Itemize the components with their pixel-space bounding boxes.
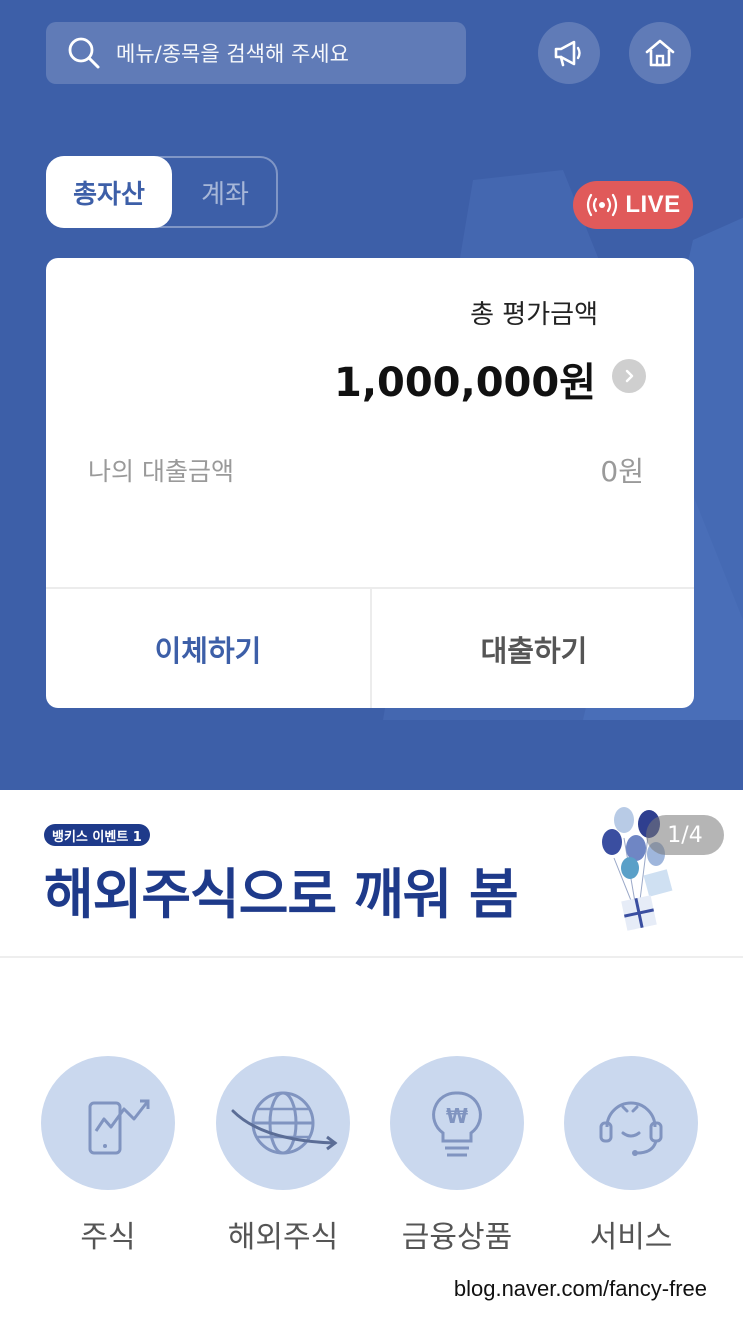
menu-label-overseas-stock: 해외주식 <box>227 1220 339 1255</box>
search-icon <box>68 37 100 69</box>
event-tag: 뱅키스 이벤트 1 <box>44 824 150 846</box>
asset-card: 총 평가금액 1,000,000원 나의 대출금액 0원 이체하기 대출하기 <box>46 258 694 708</box>
event-headline: 해외주식으로 깨워 봄 <box>44 863 519 926</box>
menu-item-stock[interactable]: 주식 <box>28 1056 188 1256</box>
overseas-icon-circle <box>216 1056 350 1190</box>
svg-text:₩: ₩ <box>446 1104 468 1128</box>
broadcast-icon <box>587 193 618 217</box>
menu-item-overseas-stock[interactable]: 해외주식 <box>203 1056 363 1256</box>
total-value-amount[interactable]: 1,000,000원 <box>334 350 596 408</box>
asset-tab-switch: 총자산 계좌 <box>46 156 278 228</box>
globe-icon <box>231 1091 338 1155</box>
menu-item-financial-products[interactable]: ₩ 금융상품 <box>377 1056 537 1256</box>
lightbulb-won-icon: ₩ <box>432 1091 482 1157</box>
event-banner[interactable]: 뱅키스 이벤트 1 해외주식으로 깨워 봄 <box>0 790 743 958</box>
search-placeholder: 메뉴/종목을 검색해 주세요 <box>116 42 349 66</box>
stock-chart-icon <box>88 1099 150 1155</box>
service-icon-circle <box>564 1056 698 1190</box>
total-value-label: 총 평가금액 <box>470 300 598 330</box>
quick-menu: 주식 해외주식 ₩ 금융상품 서비스 <box>0 1056 743 1256</box>
menu-label-stock: 주식 <box>80 1220 136 1255</box>
search-bar[interactable]: 메뉴/종목을 검색해 주세요 <box>46 22 466 84</box>
headset-icon <box>599 1101 663 1156</box>
live-label: LIVE <box>625 191 681 218</box>
top-section: 메뉴/종목을 검색해 주세요 총자산 계좌 LIVE 총 평가금액 1,000,… <box>0 0 743 790</box>
menu-label-service: 서비스 <box>589 1220 673 1255</box>
chevron-right-icon <box>625 369 634 383</box>
loan-button[interactable]: 대출하기 <box>372 589 694 708</box>
loan-amount-value: 0원 <box>600 455 644 488</box>
menu-item-service[interactable]: 서비스 <box>551 1056 711 1256</box>
loan-amount-label: 나의 대출금액 <box>88 457 234 486</box>
watermark-text: blog.naver.com/fancy-free <box>453 1276 707 1301</box>
transfer-button[interactable]: 이체하기 <box>46 589 370 708</box>
banner-pager: 1/4 <box>646 815 724 855</box>
menu-label-financial-products: 금융상품 <box>401 1220 513 1255</box>
financial-icon-circle: ₩ <box>390 1056 524 1190</box>
stock-icon-circle <box>41 1056 175 1190</box>
detail-chevron-button[interactable] <box>612 359 646 393</box>
notice-button[interactable] <box>538 22 600 84</box>
megaphone-icon <box>554 40 581 67</box>
home-icon <box>645 39 675 67</box>
tab-total-assets[interactable]: 총자산 <box>46 156 172 228</box>
tab-accounts[interactable]: 계좌 <box>172 158 278 226</box>
home-button[interactable] <box>629 22 691 84</box>
live-badge[interactable]: LIVE <box>573 181 693 229</box>
